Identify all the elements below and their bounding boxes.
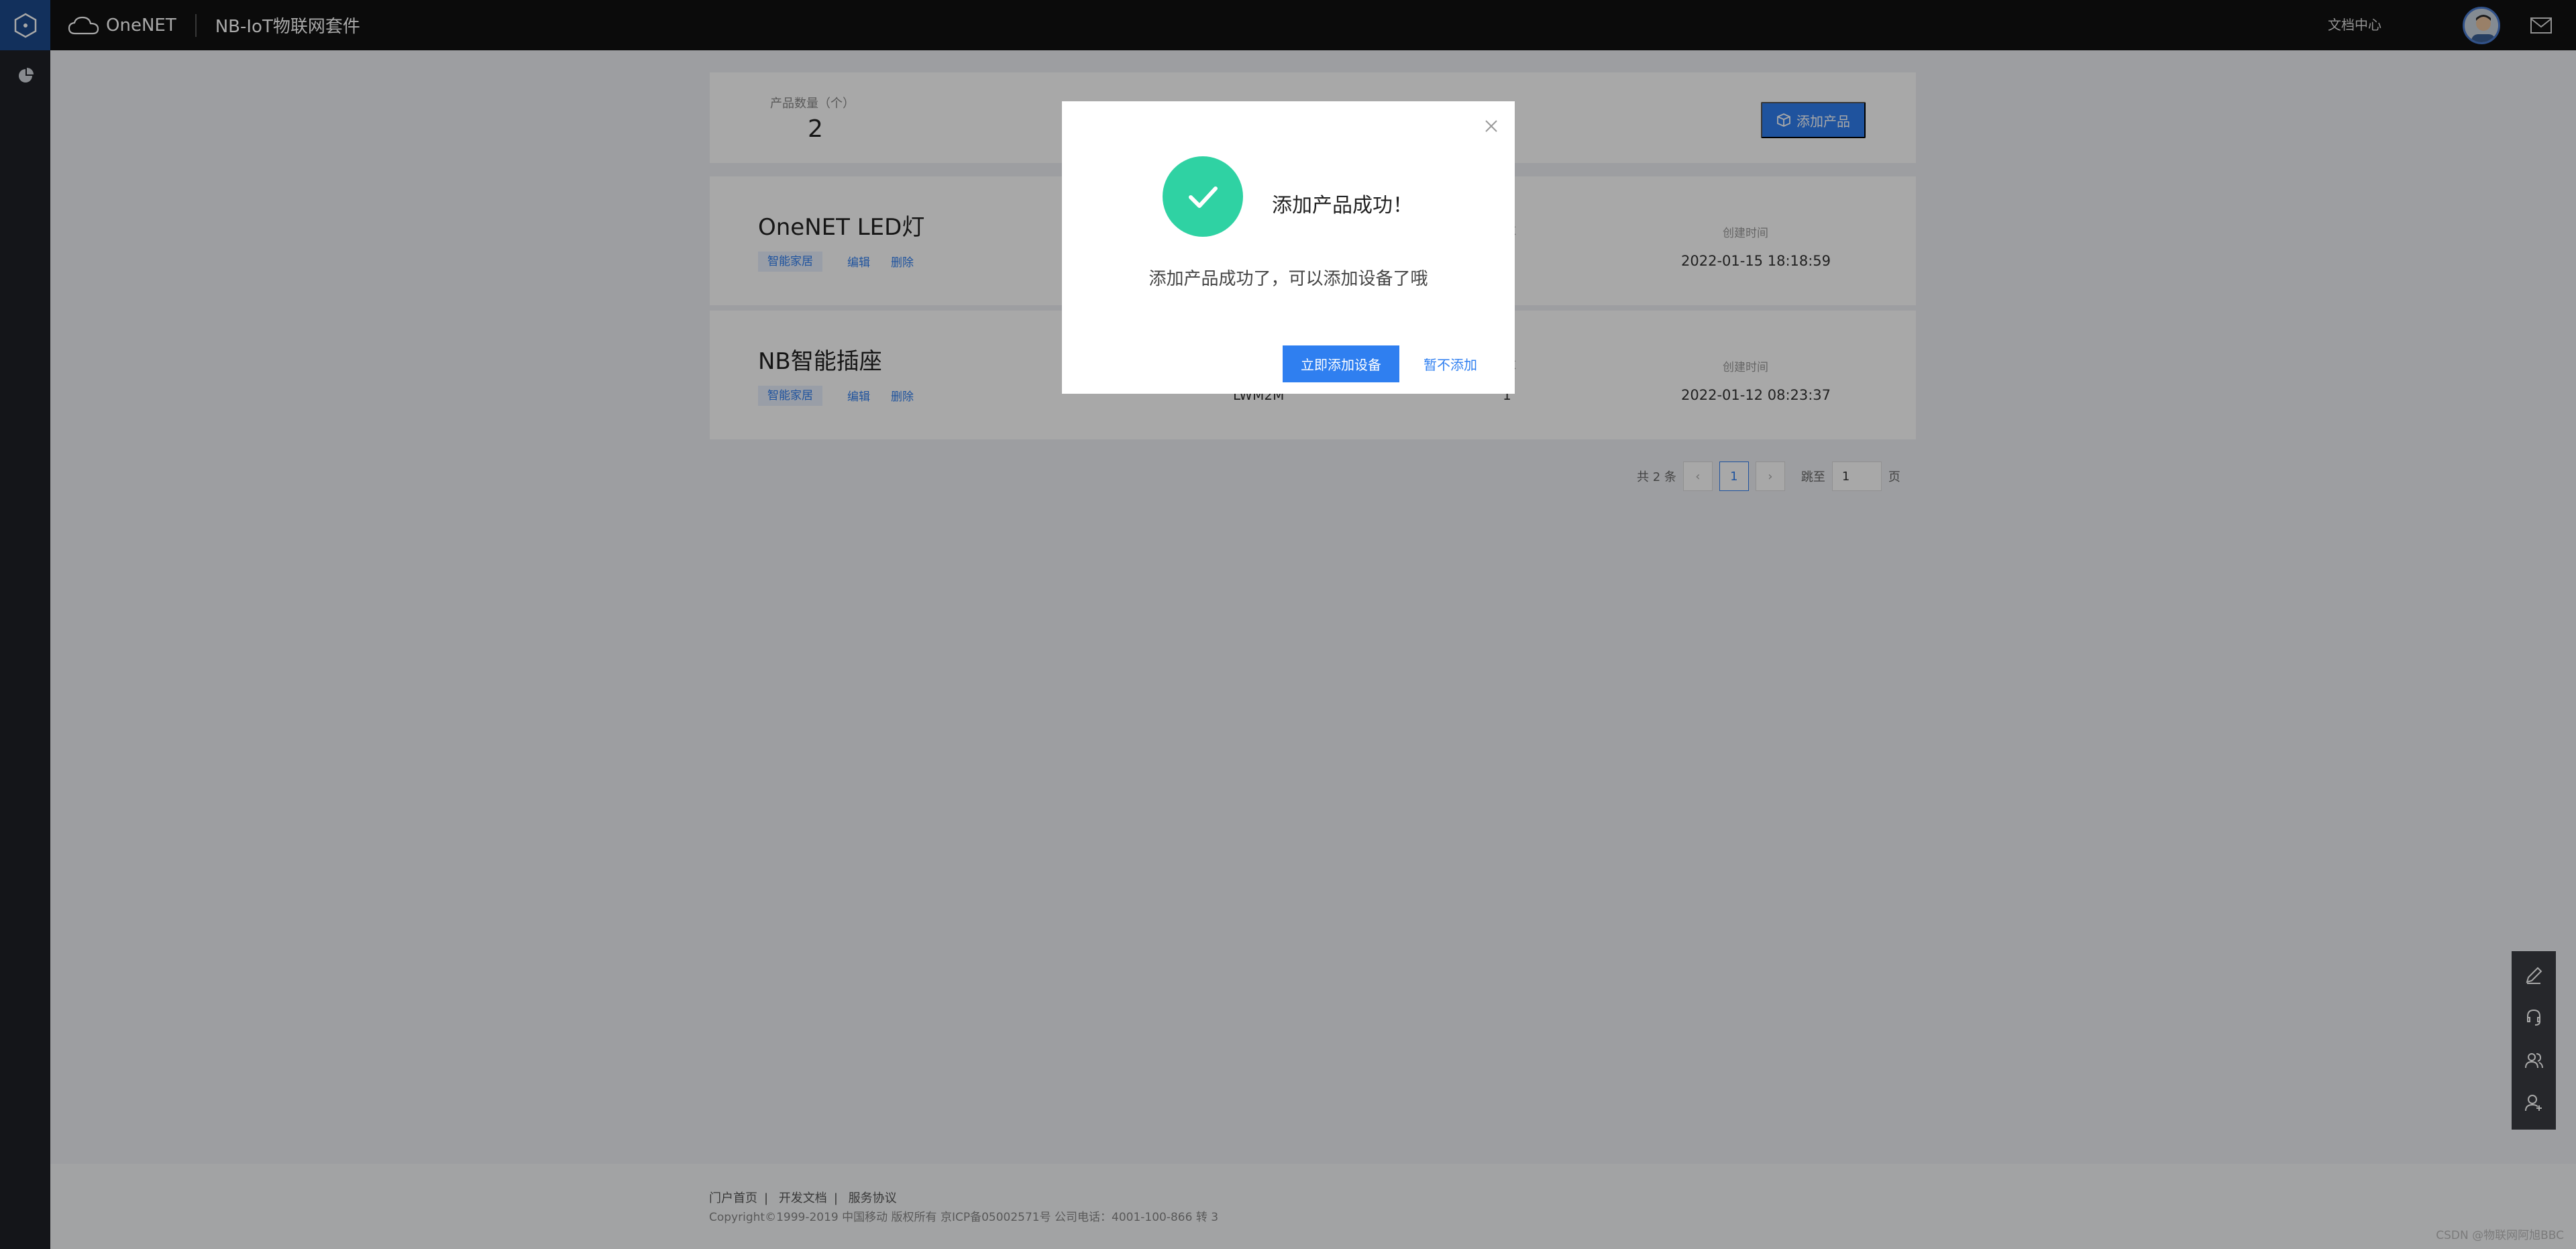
success-check-icon <box>1163 156 1243 237</box>
add-device-now-button[interactable]: 立即添加设备 <box>1283 345 1399 382</box>
close-icon[interactable] <box>1483 117 1500 135</box>
dialog-title: 添加产品成功！ <box>1272 194 1413 217</box>
dialog-description: 添加产品成功了，可以添加设备了哦 <box>1148 269 1428 289</box>
success-dialog: 添加产品成功！ 添加产品成功了，可以添加设备了哦 立即添加设备 暂不添加 <box>1062 101 1515 394</box>
skip-add-button[interactable]: 暂不添加 <box>1410 345 1491 382</box>
